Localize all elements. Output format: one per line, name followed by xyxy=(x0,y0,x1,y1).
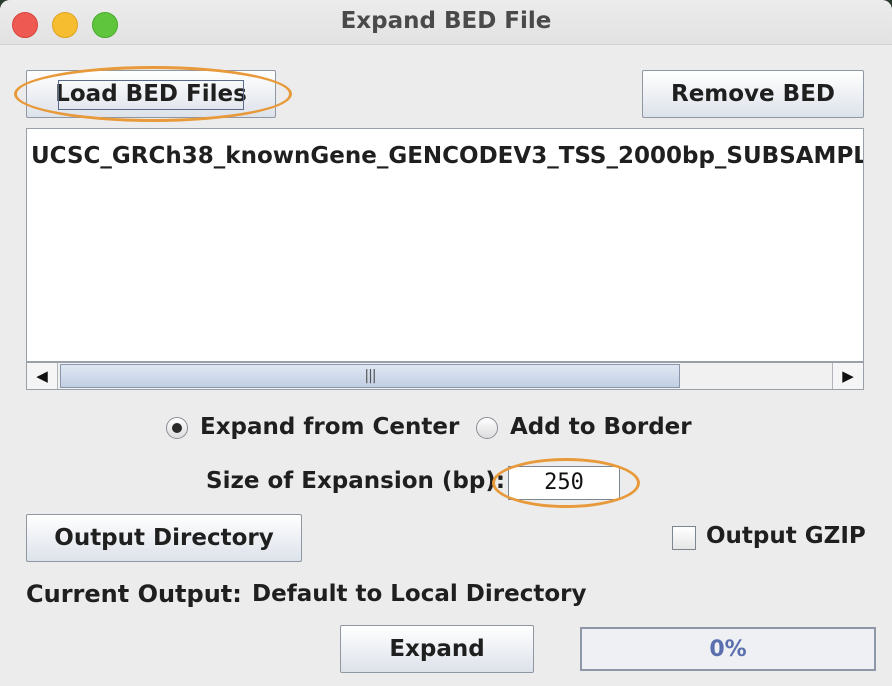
triangle-right-icon: ▶ xyxy=(842,367,854,385)
current-output-value: Default to Local Directory xyxy=(252,581,587,607)
load-bed-files-button[interactable]: Load BED Files xyxy=(26,70,276,118)
scroll-left-button[interactable]: ◀ xyxy=(27,363,58,389)
scroll-right-button[interactable]: ▶ xyxy=(832,363,863,389)
horizontal-scrollbar[interactable]: ◀ ||| ▶ xyxy=(26,362,864,390)
grip-icon: ||| xyxy=(364,368,376,384)
expand-from-center-label[interactable]: Expand from Center xyxy=(200,414,459,440)
progress-bar: 0% xyxy=(580,627,876,671)
expand-from-center-radio[interactable] xyxy=(166,417,188,439)
output-gzip-label[interactable]: Output GZIP xyxy=(706,523,866,549)
load-bed-files-label: Load BED Files xyxy=(55,81,247,107)
add-to-border-radio[interactable] xyxy=(476,417,498,439)
bed-file-list[interactable]: UCSC_GRCh38_knownGene_GENCODEV3_TSS_2000… xyxy=(26,128,864,362)
triangle-left-icon: ◀ xyxy=(36,367,48,385)
window-title: Expand BED File xyxy=(340,8,552,34)
output-directory-button[interactable]: Output Directory xyxy=(26,514,302,562)
output-directory-label: Output Directory xyxy=(54,525,274,551)
title-bar[interactable]: Expand BED File xyxy=(0,0,892,45)
expand-bed-window: Expand BED File Load BED Files Remove BE… xyxy=(0,0,892,686)
expand-button[interactable]: Expand xyxy=(340,625,534,673)
scrollbar-thumb[interactable]: ||| xyxy=(60,364,680,388)
add-to-border-label[interactable]: Add to Border xyxy=(510,414,692,440)
remove-bed-button[interactable]: Remove BED xyxy=(642,70,864,118)
size-of-expansion-label: Size of Expansion (bp): xyxy=(206,468,506,494)
output-gzip-checkbox[interactable] xyxy=(672,526,696,550)
radio-selected-dot xyxy=(172,423,182,433)
list-item[interactable]: UCSC_GRCh38_knownGene_GENCODEV3_TSS_2000… xyxy=(31,143,863,169)
remove-bed-label: Remove BED xyxy=(670,81,835,107)
expand-label: Expand xyxy=(389,636,485,662)
current-output-label: Current Output: xyxy=(26,580,242,608)
size-of-expansion-input[interactable]: 250 xyxy=(508,466,620,500)
progress-text: 0% xyxy=(709,636,747,662)
